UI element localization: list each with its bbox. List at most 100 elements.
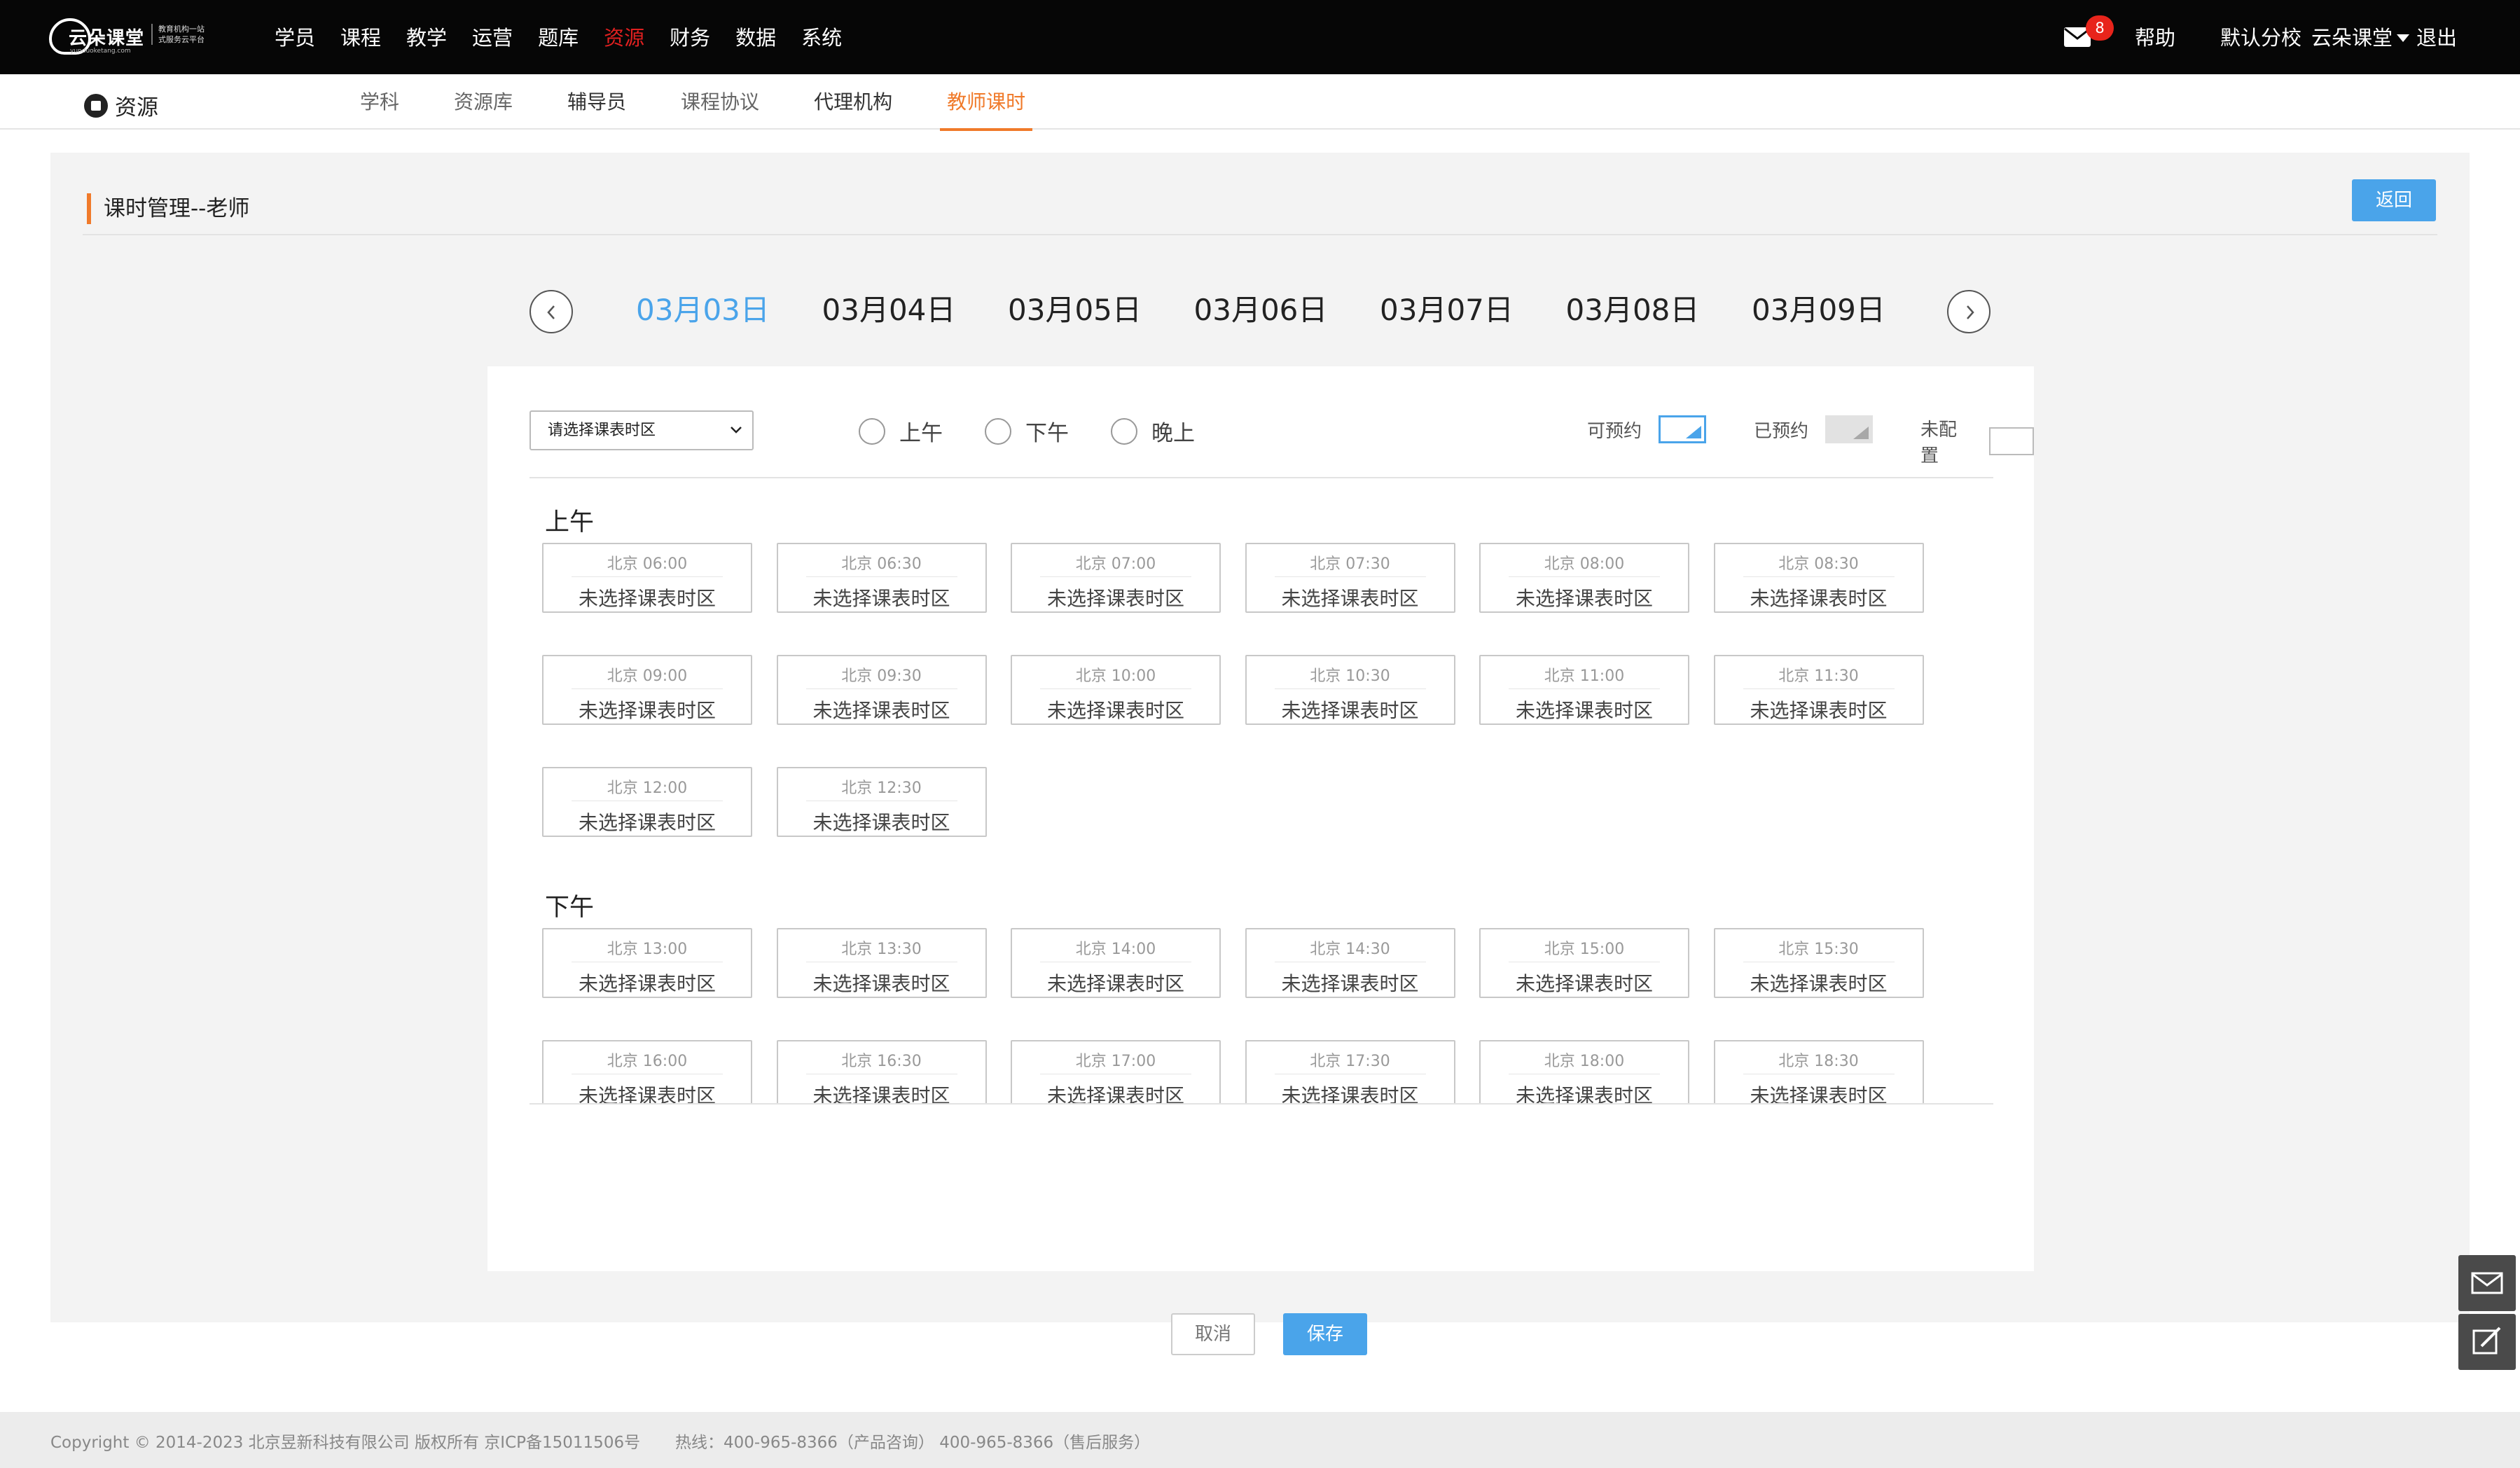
- time-slot[interactable]: 北京 17:30 未选择课表时区: [1245, 1040, 1455, 1103]
- tab-agencies[interactable]: 代理机构: [814, 74, 892, 130]
- slot-divider: [572, 688, 723, 689]
- chevron-down-icon: [731, 427, 742, 434]
- slot-divider: [1743, 576, 1895, 577]
- time-slot[interactable]: 北京 06:30 未选择课表时区: [776, 543, 987, 613]
- floating-mail-button[interactable]: [2458, 1255, 2516, 1311]
- slot-label: 未选择课表时区: [578, 972, 716, 995]
- user-name[interactable]: 云朵课堂: [2311, 24, 2393, 52]
- time-slot[interactable]: 北京 06:00 未选择课表时区: [542, 543, 752, 613]
- slot-label: 未选择课表时区: [1281, 972, 1419, 995]
- slot-divider: [1040, 576, 1191, 577]
- sub-nav: 资源 学科 资源库 辅导员 课程协议 代理机构 教师课时: [0, 74, 2520, 131]
- legend-unconfigured-label: 未配置: [1920, 420, 1958, 466]
- time-slot[interactable]: 北京 13:30 未选择课表时区: [776, 928, 987, 998]
- available-swatch: [1659, 415, 1707, 443]
- slot-divider: [805, 688, 957, 689]
- time-slot[interactable]: 北京 08:30 未选择课表时区: [1713, 543, 1924, 613]
- time-slot[interactable]: 北京 07:30 未选择课表时区: [1245, 543, 1455, 613]
- logout-link[interactable]: 退出: [2416, 24, 2457, 52]
- radio-circle[interactable]: [859, 417, 885, 445]
- slot-divider: [1274, 688, 1426, 689]
- date-item[interactable]: 03月03日: [636, 289, 822, 332]
- tab-resource-library[interactable]: 资源库: [454, 74, 513, 130]
- nav-teaching[interactable]: 教学: [406, 24, 447, 52]
- time-slot[interactable]: 北京 14:30 未选择课表时区: [1245, 928, 1455, 998]
- time-slot[interactable]: 北京 10:30 未选择课表时区: [1245, 655, 1455, 725]
- logo[interactable]: 云朵课堂 教育机构一站 式服务云平台 yunduoketang.com: [49, 14, 210, 59]
- section-title: 资源: [84, 90, 158, 121]
- tab-subjects[interactable]: 学科: [360, 74, 399, 130]
- slot-label: 未选择课表时区: [1281, 699, 1419, 722]
- slot-label: 未选择课表时区: [578, 811, 716, 834]
- slot-time: 北京 09:30: [841, 667, 922, 685]
- floating-edit-button[interactable]: [2458, 1314, 2516, 1370]
- time-slot[interactable]: 北京 18:00 未选择课表时区: [1479, 1040, 1689, 1103]
- tab-tutors[interactable]: 辅导员: [567, 74, 626, 130]
- slot-scroll-area[interactable]: 上午 北京 06:00 未选择课表时区 北京 06:30 未选择课表时区 北京 07:00…: [529, 478, 1993, 1105]
- slot-time: 北京 12:00: [607, 780, 688, 797]
- resource-icon: [84, 93, 108, 118]
- slot-time: 北京 09:00: [607, 667, 688, 685]
- cancel-button[interactable]: 取消: [1171, 1313, 1255, 1355]
- date-item[interactable]: 03月07日: [1380, 289, 1566, 332]
- radio-evening[interactable]: 晚上: [1111, 415, 1195, 447]
- nav-resources[interactable]: 资源: [604, 24, 644, 52]
- time-slot[interactable]: 北京 08:00 未选择课表时区: [1479, 543, 1689, 613]
- time-slot[interactable]: 北京 12:00 未选择课表时区: [542, 767, 752, 837]
- time-slot[interactable]: 北京 09:30 未选择课表时区: [776, 655, 987, 725]
- radio-circle[interactable]: [1111, 417, 1137, 445]
- radio-morning[interactable]: 上午: [859, 415, 943, 447]
- radio-circle[interactable]: [985, 417, 1011, 445]
- time-slot[interactable]: 北京 07:00 未选择课表时区: [1011, 543, 1221, 613]
- slot-label: 未选择课表时区: [1046, 1084, 1184, 1105]
- date-item[interactable]: 03月04日: [822, 289, 1009, 332]
- date-item[interactable]: 03月06日: [1194, 289, 1380, 332]
- time-slot[interactable]: 北京 14:00 未选择课表时区: [1011, 928, 1221, 998]
- slot-time: 北京 10:30: [1310, 667, 1390, 685]
- slot-label: 未选择课表时区: [578, 587, 716, 610]
- time-slot[interactable]: 北京 16:30 未选择课表时区: [776, 1040, 987, 1103]
- slot-label: 未选择课表时区: [812, 587, 950, 610]
- caret-down-icon[interactable]: [2397, 34, 2410, 42]
- time-slot[interactable]: 北京 18:30 未选择课表时区: [1713, 1040, 1924, 1103]
- date-item[interactable]: 03月05日: [1008, 289, 1194, 332]
- slot-label: 未选择课表时区: [1281, 587, 1419, 610]
- tab-teacher-hours[interactable]: 教师课时: [940, 74, 1033, 131]
- date-item[interactable]: 03月08日: [1566, 289, 1752, 332]
- user-bar: 默认分校 云朵课堂 退出: [2220, 24, 2457, 52]
- nav-question-bank[interactable]: 题库: [538, 24, 579, 52]
- time-slot[interactable]: 北京 11:30 未选择课表时区: [1713, 655, 1924, 725]
- time-slot[interactable]: 北京 09:00 未选择课表时区: [542, 655, 752, 725]
- branch-name[interactable]: 默认分校: [2220, 24, 2301, 52]
- time-slot[interactable]: 北京 17:00 未选择课表时区: [1011, 1040, 1221, 1105]
- nav-system[interactable]: 系统: [801, 24, 842, 52]
- date-item[interactable]: 03月09日: [1752, 289, 1938, 332]
- time-slot[interactable]: 北京 13:00 未选择课表时区: [542, 928, 752, 998]
- nav-finance[interactable]: 财务: [670, 24, 710, 52]
- tab-course-agreement[interactable]: 课程协议: [681, 74, 759, 130]
- slot-label: 未选择课表时区: [1046, 587, 1184, 610]
- save-button[interactable]: 保存: [1283, 1313, 1367, 1355]
- time-slot[interactable]: 北京 12:30 未选择课表时区: [776, 767, 987, 837]
- slot-label: 未选择课表时区: [578, 699, 716, 722]
- nav-students[interactable]: 学员: [275, 24, 315, 52]
- top-bar: 云朵课堂 教育机构一站 式服务云平台 yunduoketang.com 学员 课程…: [0, 0, 2520, 74]
- time-slot[interactable]: 北京 15:30 未选择课表时区: [1713, 928, 1924, 998]
- nav-courses[interactable]: 课程: [340, 24, 381, 52]
- next-week-button[interactable]: [1947, 290, 1991, 333]
- time-slot[interactable]: 北京 15:00 未选择课表时区: [1479, 928, 1689, 998]
- timezone-select[interactable]: 请选择课表时区: [529, 410, 754, 450]
- help-link[interactable]: 帮助: [2135, 24, 2175, 52]
- time-slot[interactable]: 北京 10:00 未选择课表时区: [1011, 655, 1221, 725]
- nav-data[interactable]: 数据: [735, 24, 776, 52]
- slot-time: 北京 17:30: [1310, 1053, 1390, 1070]
- sub-tabs: 学科 资源库 辅导员 课程协议 代理机构 教师课时: [360, 74, 1080, 131]
- content-area: 课时管理--老师 返回 03月03日 03月04日 03月05日 03月06日 03月0…: [50, 153, 2470, 1355]
- time-slot[interactable]: 北京 11:00 未选择课表时区: [1479, 655, 1689, 725]
- nav-operations[interactable]: 运营: [472, 24, 513, 52]
- prev-week-button[interactable]: [529, 290, 573, 333]
- radio-afternoon[interactable]: 下午: [985, 415, 1069, 447]
- time-slot[interactable]: 北京 16:00 未选择课表时区: [542, 1040, 752, 1103]
- back-button[interactable]: 返回: [2352, 179, 2436, 221]
- timezone-select-value: 请选择课表时区: [548, 422, 656, 439]
